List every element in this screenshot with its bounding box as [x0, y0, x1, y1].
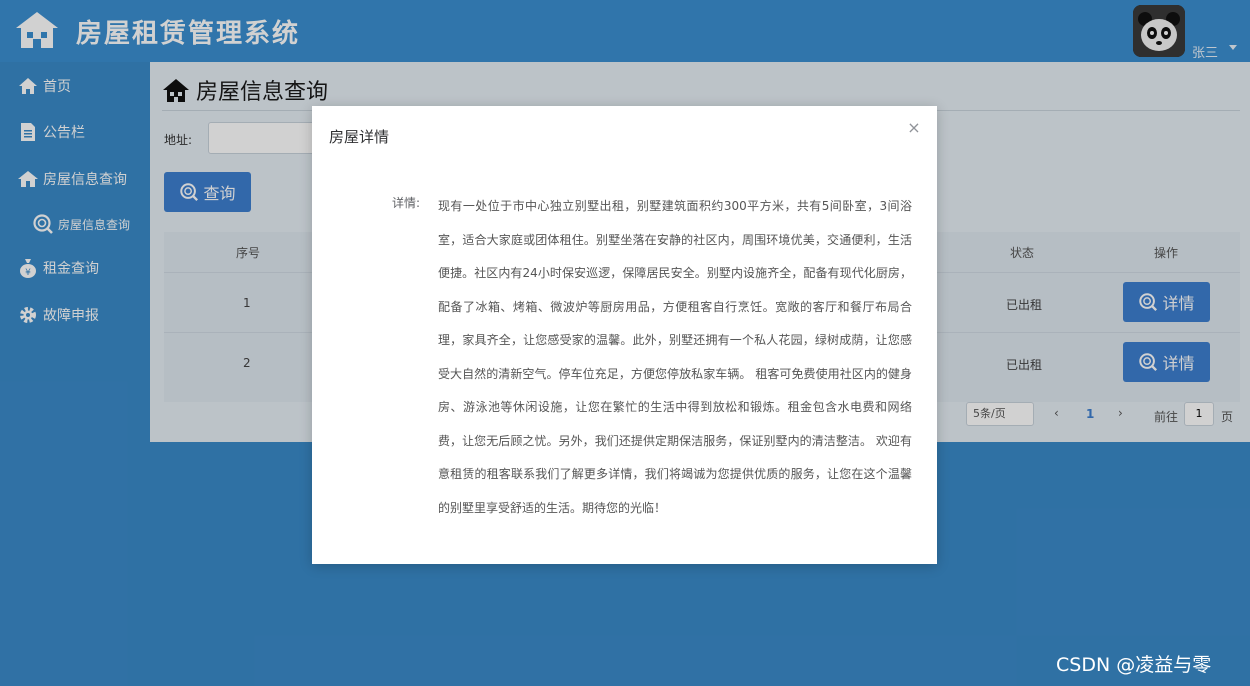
detail-label: 详情: — [392, 196, 421, 210]
dialog-title: 房屋详情 — [329, 128, 390, 146]
detail-text: 现有一处位于市中心独立别墅出租，别墅建筑面积约300平方米，共有5间卧室，3间浴… — [438, 199, 912, 515]
house-detail-dialog: 房屋详情 × 详情: 现有一处位于市中心独立别墅出租，别墅建筑面积约300平方米… — [312, 106, 937, 564]
watermark: CSDN @凌益与零 — [1056, 654, 1212, 676]
close-icon[interactable]: × — [906, 120, 922, 136]
